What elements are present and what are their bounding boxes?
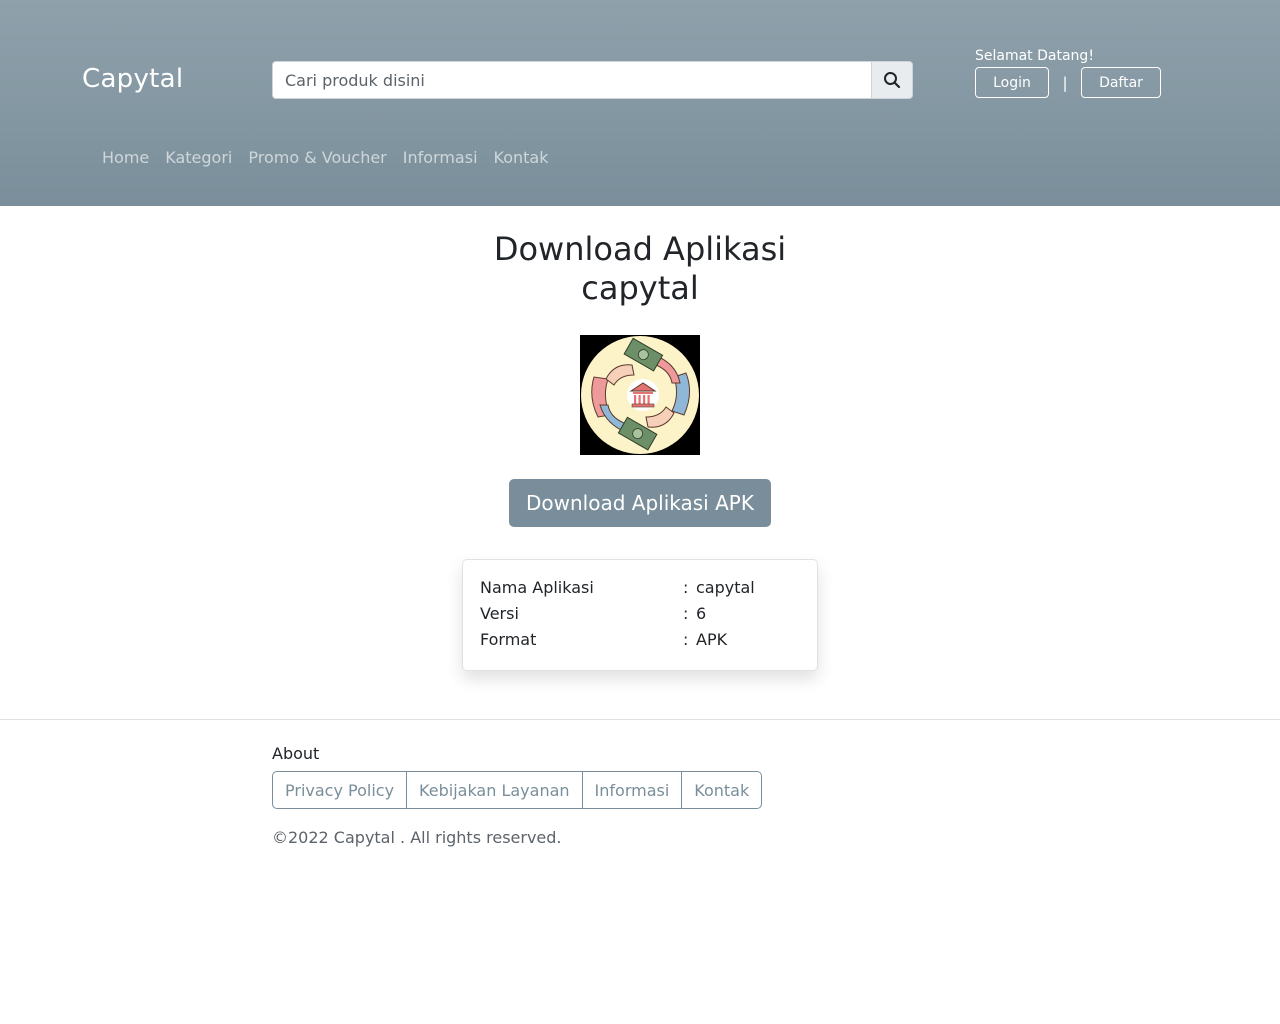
brand-logo[interactable]: Capytal [82, 64, 183, 94]
nav-kontak[interactable]: Kontak [494, 148, 549, 167]
login-button[interactable]: Login [975, 67, 1049, 98]
page-title: Download Aplikasi capytal [440, 230, 840, 308]
footer-divider [0, 719, 1280, 720]
footer-link-informasi[interactable]: Informasi [583, 772, 683, 808]
copyright-text: ©2022 Capytal . All rights reserved. [272, 828, 562, 847]
info-value: APK [696, 630, 728, 649]
search-bar [272, 61, 913, 99]
nav-informasi[interactable]: Informasi [403, 148, 478, 167]
register-button[interactable]: Daftar [1081, 67, 1161, 98]
footer-link-kontak[interactable]: Kontak [682, 772, 761, 808]
main-nav: Home Kategori Promo & Voucher Informasi … [102, 148, 564, 167]
nav-promo-voucher[interactable]: Promo & Voucher [248, 148, 386, 167]
app-info-card: Nama Aplikasi : capytal Versi : 6 Format… [462, 559, 818, 671]
auth-buttons: Login | Daftar [975, 67, 1161, 98]
info-key: Format [480, 630, 537, 649]
page-title-line2: capytal [581, 269, 699, 307]
nav-kategori[interactable]: Kategori [165, 148, 232, 167]
info-colon: : [683, 630, 689, 649]
bank-money-hands-icon [580, 335, 700, 455]
info-colon: : [683, 578, 689, 597]
search-icon [884, 72, 901, 89]
search-button[interactable] [871, 61, 913, 99]
info-row-format: Format : APK [480, 630, 810, 656]
info-key: Versi [480, 604, 519, 623]
info-colon: : [683, 604, 689, 623]
auth-separator: | [1062, 73, 1068, 92]
info-value: capytal [696, 578, 755, 597]
footer-link-privacy-policy[interactable]: Privacy Policy [273, 772, 408, 808]
info-key: Nama Aplikasi [480, 578, 594, 597]
footer-link-kebijakan-layanan[interactable]: Kebijakan Layanan [407, 772, 583, 808]
site-header: Capytal Selamat Datang! Login | Daftar H… [0, 0, 1280, 206]
page-title-line1: Download Aplikasi [493, 230, 787, 268]
info-row-app-name: Nama Aplikasi : capytal [480, 578, 810, 604]
app-logo [580, 335, 700, 455]
footer-about-heading: About [272, 744, 320, 763]
nav-home[interactable]: Home [102, 148, 149, 167]
download-apk-button[interactable]: Download Aplikasi APK [509, 479, 771, 527]
welcome-text: Selamat Datang! [975, 48, 1094, 64]
info-value: 6 [696, 604, 707, 623]
info-row-version: Versi : 6 [480, 604, 810, 630]
search-input[interactable] [272, 61, 871, 99]
footer-links-group: Privacy Policy Kebijakan Layanan Informa… [272, 771, 763, 809]
